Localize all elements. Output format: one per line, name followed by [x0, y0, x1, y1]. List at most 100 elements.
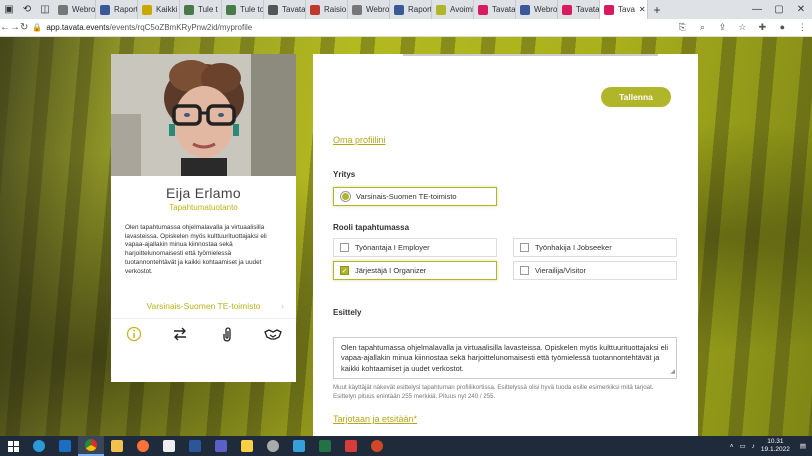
visitor-checkbox[interactable]: [520, 266, 529, 275]
clock[interactable]: 10.31 19.1.2022: [761, 438, 790, 454]
profile-form: Tallenna Oma profiilini Yritys Varsinais…: [313, 54, 698, 436]
attachment-icon[interactable]: [215, 322, 239, 346]
offers-link[interactable]: Tarjotaan ja etsitään*: [333, 414, 417, 424]
more-menu-icon[interactable]: ⋮: [792, 22, 812, 33]
profile-bio: Olen tapahtumassa ohjelmalavalla ja virt…: [125, 224, 267, 275]
company-radio: [340, 191, 351, 202]
history-icon[interactable]: ⟲: [18, 0, 36, 19]
tab-favicon-icon: [58, 4, 68, 15]
browser-tab[interactable]: Webro: [516, 0, 558, 19]
role-option-jobseeker[interactable]: Työnhakija I Jobseeker: [513, 238, 677, 257]
excel-icon[interactable]: [312, 436, 338, 456]
maximize-icon[interactable]: ▢: [768, 4, 790, 15]
windows-start-icon[interactable]: [0, 436, 26, 456]
firefox-icon[interactable]: [130, 436, 156, 456]
intro-text: Olen tapahtumassa ohjelmalavalla ja virt…: [341, 343, 668, 373]
info-icon[interactable]: [122, 322, 146, 346]
intro-textarea[interactable]: Olen tapahtumassa ohjelmalavalla ja virt…: [333, 337, 677, 379]
tab-favicon-icon: [310, 4, 320, 15]
reload-icon[interactable]: ↻: [20, 22, 28, 33]
tab-favicon-icon: [436, 4, 446, 15]
system-tray: ˄ ▭ ♪ 10.31 19.1.2022 ▤: [730, 438, 812, 454]
address-bar: ← → ↻ 🔒 app.tavata.events /events/rqC5oZ…: [0, 19, 812, 37]
share-icon[interactable]: ⇪: [712, 22, 732, 33]
organization-name: Varsinais-Suomen TE-toimisto: [146, 301, 261, 311]
tab-favicon-icon: [520, 4, 530, 15]
sticky-notes-icon[interactable]: [234, 436, 260, 456]
role-option-employer[interactable]: Työnantaja I Employer: [333, 238, 497, 257]
browser-tab[interactable]: Raport: [96, 0, 138, 19]
network-icon[interactable]: ▭: [740, 442, 746, 450]
save-button[interactable]: Tallenna: [601, 87, 671, 107]
url-input[interactable]: 🔒 app.tavata.events /events/rqC5oZBmKRyP…: [32, 21, 672, 35]
tab-label: Raisio: [324, 5, 347, 14]
page-background: Eija Erlamo Tapahtumatuotanto Olen tapah…: [0, 37, 812, 436]
handshake-icon[interactable]: [261, 322, 285, 346]
jobseeker-checkbox[interactable]: [520, 243, 529, 252]
clock-time: 10.31: [767, 438, 784, 445]
browser-tab[interactable]: Tule t: [180, 0, 222, 19]
tab-label: Webro: [366, 5, 390, 14]
browser-tab[interactable]: Raport: [390, 0, 432, 19]
minimize-icon[interactable]: —: [746, 4, 768, 15]
profile-organization-link[interactable]: Varsinais-Suomen TE-toimisto ›: [111, 301, 296, 311]
browser-tab-strip: ▣ ⟲ ◫ Webro Raport Kaikki t Tule t Tule to Ta…: [0, 0, 812, 19]
browser-tab[interactable]: Tule to: [222, 0, 264, 19]
install-app-icon[interactable]: ⎘: [672, 22, 692, 33]
role-label: Rooli tapahtumassa: [333, 223, 410, 232]
chrome-icon[interactable]: [78, 436, 104, 456]
powerpoint-icon[interactable]: [364, 436, 390, 456]
company-option[interactable]: Varsinais-Suomen TE-toimisto: [333, 187, 497, 206]
browser-tab[interactable]: Tavata: [558, 0, 600, 19]
browser-tab[interactable]: Webro: [348, 0, 390, 19]
swap-arrows-icon[interactable]: [168, 322, 192, 346]
browser-menu-icon[interactable]: ▣: [0, 0, 18, 19]
teams-icon[interactable]: [208, 436, 234, 456]
tray-chevron-icon[interactable]: ˄: [730, 443, 734, 450]
notepad-icon[interactable]: [156, 436, 182, 456]
tab-favicon-icon: [562, 4, 572, 15]
word-icon[interactable]: [182, 436, 208, 456]
zoom-icon[interactable]: ⌕: [692, 22, 712, 33]
profile-photo: [111, 54, 296, 176]
forward-icon[interactable]: →: [10, 22, 20, 33]
browser-tab[interactable]: Tava ✕: [600, 0, 648, 19]
url-host: app.tavata.events: [46, 23, 110, 32]
tab-favicon-icon: [352, 4, 362, 15]
outlook-icon[interactable]: [52, 436, 78, 456]
bookmark-star-icon[interactable]: ☆: [732, 22, 752, 33]
profile-name: Eija Erlamo: [166, 185, 241, 201]
browser-tab[interactable]: Kaikki t: [138, 0, 180, 19]
role-option-organizer[interactable]: ✓ Järjestäjä I Organizer: [333, 261, 497, 280]
profile-action-icons: [111, 318, 296, 348]
employer-checkbox[interactable]: [340, 243, 349, 252]
tab-search-icon[interactable]: ◫: [36, 0, 54, 19]
browser-tab[interactable]: Tavata: [474, 0, 516, 19]
company-label: Yritys: [333, 170, 356, 179]
tab-favicon-icon: [268, 4, 278, 15]
volume-icon[interactable]: ♪: [752, 443, 755, 450]
tab-favicon-icon: [478, 4, 488, 15]
file-explorer-icon[interactable]: [104, 436, 130, 456]
resize-grip-icon[interactable]: ◢: [670, 367, 675, 377]
role-option-visitor[interactable]: Vierailija/Visitor: [513, 261, 677, 280]
snip-icon[interactable]: [286, 436, 312, 456]
media-icon[interactable]: [338, 436, 364, 456]
browser-tab[interactable]: Raisio: [306, 0, 348, 19]
browser-tab[interactable]: Avoimi: [432, 0, 474, 19]
notifications-icon[interactable]: ▤: [800, 442, 806, 450]
close-window-icon[interactable]: ✕: [790, 4, 812, 15]
browser-tab[interactable]: Webro: [54, 0, 96, 19]
close-tab-icon[interactable]: ✕: [639, 5, 646, 14]
profile-icon[interactable]: ●: [772, 22, 792, 33]
back-icon[interactable]: ←: [0, 22, 10, 33]
browser-tab[interactable]: Tavata: [264, 0, 306, 19]
organizer-checkbox[interactable]: ✓: [340, 266, 349, 275]
tab-label: Tule t: [198, 5, 218, 14]
new-tab-button[interactable]: +: [648, 3, 666, 17]
settings-gear-icon[interactable]: [260, 436, 286, 456]
extensions-icon[interactable]: ✚: [752, 22, 772, 33]
tab-label: Tava: [618, 5, 635, 14]
edge-icon[interactable]: [26, 436, 52, 456]
own-profile-link[interactable]: Oma profiilini: [333, 135, 386, 145]
